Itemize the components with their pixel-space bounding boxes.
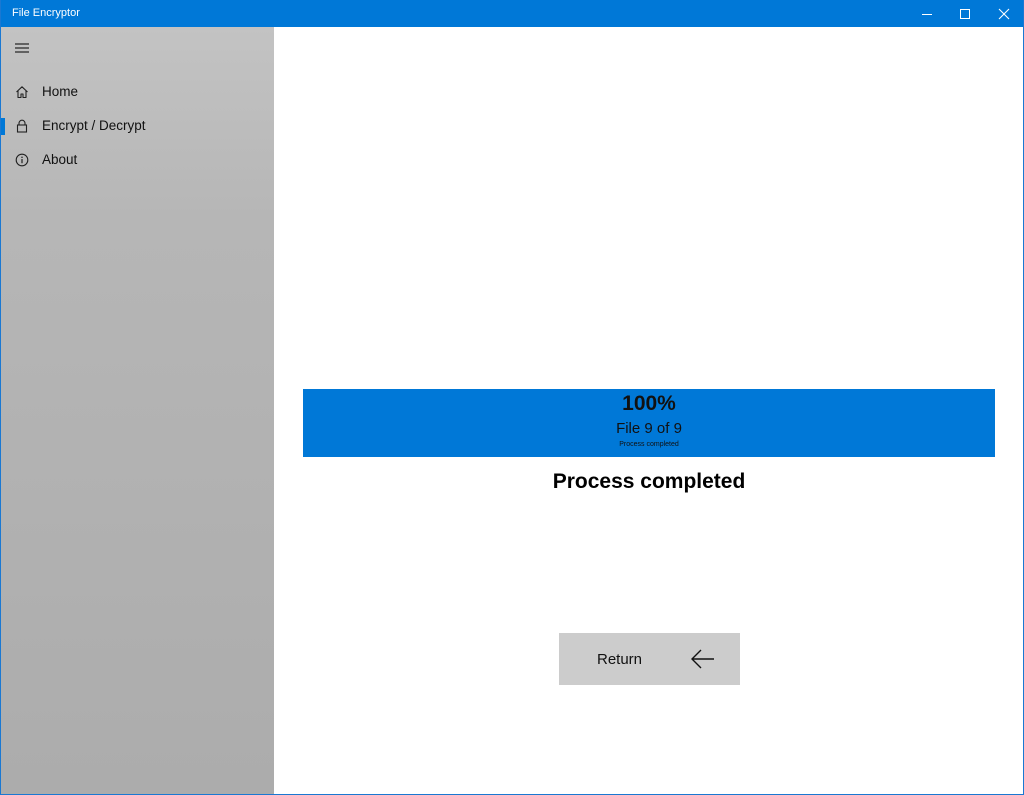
maximize-icon [960, 8, 970, 19]
status-heading: Process completed [552, 470, 746, 493]
main-content: 100% File 9 of 9 Process completed Proce… [274, 27, 1023, 794]
progress-sub-status: Process completed [619, 441, 679, 448]
minimize-button[interactable] [907, 0, 947, 27]
window-title: File Encryptor [12, 7, 80, 19]
app-window: File Encryptor Home Encrypt / Decrypt Ab… [0, 0, 1024, 795]
sidebar-item-label: Encrypt / Decrypt [42, 118, 146, 133]
sidebar-item-label: About [42, 152, 78, 167]
progress-text: 100% File 9 of 9 Process completed [303, 389, 995, 457]
return-button[interactable]: Return [559, 633, 740, 685]
progress-file-count: File 9 of 9 [616, 420, 682, 437]
return-button-label: Return [597, 651, 643, 668]
lock-icon [16, 119, 28, 133]
sidebar-item-label: Home [42, 84, 79, 99]
maximize-button[interactable] [945, 0, 985, 27]
navigation-pane: Home Encrypt / Decrypt About [1, 27, 274, 794]
minimize-icon [922, 13, 932, 15]
arrow-left-icon [691, 649, 714, 669]
home-icon [16, 86, 28, 99]
sidebar-item-home[interactable]: Home [1, 77, 274, 107]
close-button[interactable] [984, 0, 1023, 27]
sidebar-item-about[interactable]: About [1, 145, 274, 175]
progress-percent: 100% [622, 392, 676, 415]
hamburger-menu-button[interactable] [7, 35, 37, 61]
close-icon [998, 8, 1010, 19]
title-bar: File Encryptor [1, 0, 1023, 27]
hamburger-menu-icon [15, 43, 29, 53]
progress-bar: 100% File 9 of 9 Process completed [303, 389, 995, 457]
selection-indicator [1, 118, 5, 135]
info-icon [15, 153, 29, 167]
sidebar-item-encrypt-decrypt[interactable]: Encrypt / Decrypt [1, 111, 274, 141]
